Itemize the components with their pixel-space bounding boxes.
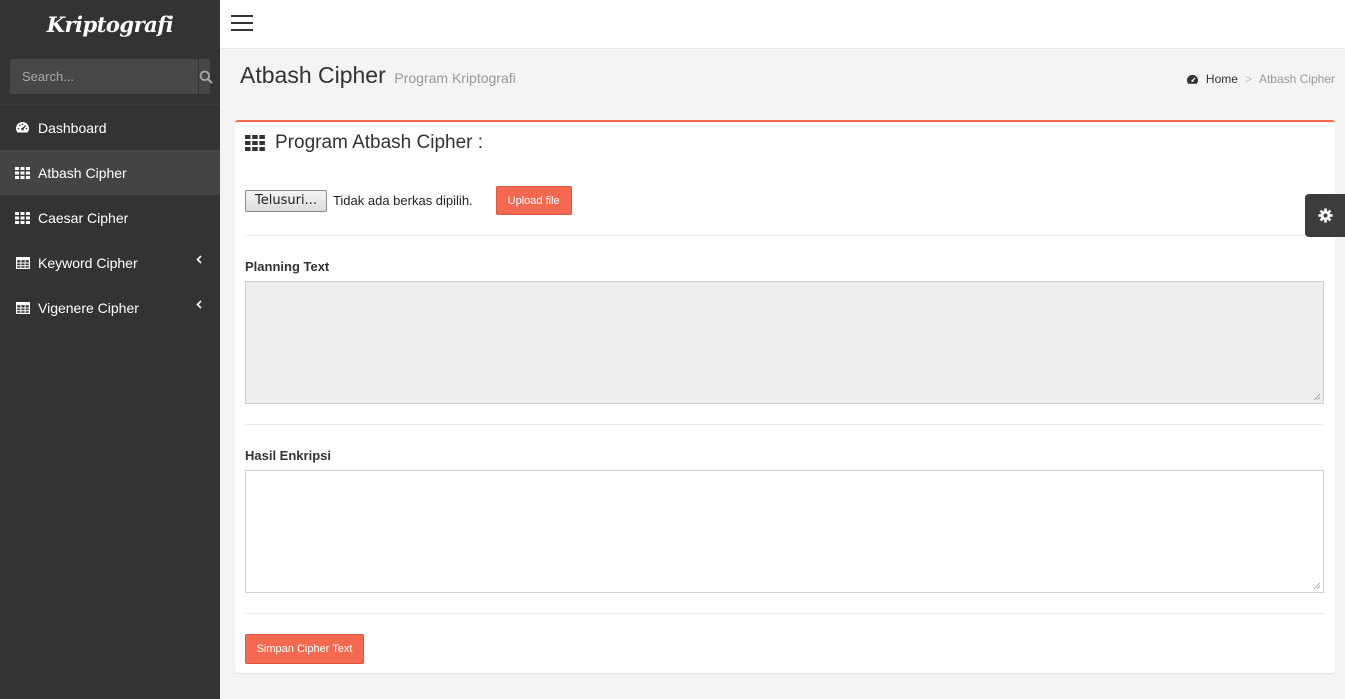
table-icon <box>15 256 30 270</box>
dashboard-icon <box>1186 74 1198 84</box>
breadcrumb-home[interactable]: Home <box>1186 72 1238 86</box>
breadcrumb: Home > Atbash Cipher <box>1186 72 1335 86</box>
content-header: Atbash Cipher Program Kriptografi Home >… <box>240 62 1335 102</box>
sidebar-item-atbash-cipher[interactable]: Atbash Cipher <box>0 150 220 195</box>
sidebar-item-label: Dashboard <box>38 119 107 136</box>
chevron-left-icon <box>196 300 202 309</box>
grid-icon <box>15 211 30 225</box>
box-title: Program Atbash Cipher : <box>275 132 484 153</box>
search-icon <box>199 70 213 84</box>
sidebar-item-label: Atbash Cipher <box>38 164 127 181</box>
breadcrumb-divider: > <box>1244 72 1252 86</box>
sidebar: Kriptografi Dashboard <box>0 0 220 699</box>
sidebar-item-label: Keyword Cipher <box>38 254 138 271</box>
resize-grip-icon[interactable] <box>1313 582 1320 589</box>
divider <box>245 424 1324 425</box>
divider <box>245 235 1324 236</box>
grid-icon <box>245 135 265 151</box>
page-subtitle: Program Kriptografi <box>394 70 516 86</box>
brand-logo[interactable]: Kriptografi <box>0 0 220 49</box>
grid-icon <box>15 166 30 180</box>
sidebar-item-vigenere-cipher[interactable]: Vigenere Cipher <box>0 285 220 330</box>
file-status: Tidak ada berkas dipilih. <box>332 193 473 208</box>
hamburger-menu-icon[interactable] <box>231 15 253 33</box>
topbar <box>220 0 1345 49</box>
sidebar-item-label: Caesar Cipher <box>38 209 129 226</box>
divider <box>245 613 1324 614</box>
dashboard-icon <box>15 121 30 135</box>
upload-file-button[interactable]: Upload file <box>495 186 572 215</box>
sidebar-item-dashboard[interactable]: Dashboard <box>0 105 220 150</box>
breadcrumb-current: Atbash Cipher <box>1258 72 1335 86</box>
planning-text-label: Planning Text <box>245 259 330 274</box>
sidebar-search <box>10 59 213 94</box>
file-browse-button[interactable]: Telusuri... <box>245 189 327 212</box>
hasil-enkripsi-label: Hasil Enkripsi <box>245 448 331 463</box>
hasil-enkripsi-textarea[interactable] <box>245 470 1324 593</box>
resize-grip-icon <box>1313 393 1320 400</box>
search-input[interactable] <box>10 59 198 94</box>
search-button[interactable] <box>198 59 213 94</box>
page-title: Atbash Cipher <box>240 62 386 88</box>
sidebar-item-label: Vigenere Cipher <box>38 299 139 316</box>
gear-icon <box>1317 208 1333 223</box>
brand-name: Kriptografi <box>46 12 174 37</box>
box-header: Program Atbash Cipher : <box>245 132 483 154</box>
table-icon <box>15 301 30 315</box>
upload-row: Telusuri... Tidak ada berkas dipilih. Up… <box>245 186 572 215</box>
breadcrumb-home-label: Home <box>1205 72 1238 86</box>
planning-text-area <box>245 281 1324 404</box>
sidebar-menu: Dashboard Atbash Cipher Caesar Cipher Ke… <box>0 105 220 330</box>
chevron-left-icon <box>196 255 202 264</box>
sidebar-item-caesar-cipher[interactable]: Caesar Cipher <box>0 195 220 240</box>
atbash-cipher-box: Program Atbash Cipher : Telusuri... Tida… <box>235 120 1335 673</box>
sidebar-item-keyword-cipher[interactable]: Keyword Cipher <box>0 240 220 285</box>
simpan-cipher-text-button[interactable]: Simpan Cipher Text <box>245 634 364 664</box>
settings-tab[interactable] <box>1305 194 1345 237</box>
